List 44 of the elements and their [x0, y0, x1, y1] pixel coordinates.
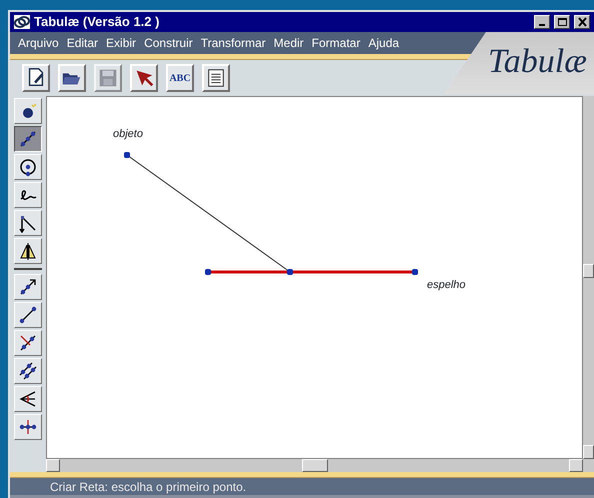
- parallel-lines-icon: [18, 361, 38, 381]
- minimize-button[interactable]: [534, 15, 550, 29]
- logo: Tabulæ: [444, 32, 594, 94]
- toolbar-button[interactable]: ABC: [166, 64, 194, 92]
- midpoint-icon: [18, 417, 38, 437]
- reflection-icon: [18, 241, 38, 261]
- tool-button[interactable]: [14, 126, 42, 152]
- circle-icon: [18, 157, 38, 177]
- menu-item[interactable]: Arquivo: [14, 34, 63, 52]
- point-label: objeto: [113, 127, 143, 142]
- point[interactable]: [412, 269, 418, 275]
- ray-icon: [18, 277, 38, 297]
- angle-bisector-icon: [18, 389, 38, 409]
- menu-item[interactable]: Construir: [140, 34, 197, 52]
- menu-item[interactable]: Editar: [62, 34, 102, 52]
- menu-item[interactable]: Ajuda: [364, 34, 404, 52]
- segment-icon: [18, 129, 38, 149]
- status-text: Criar Reta: escolha o primeiro ponto.: [10, 478, 594, 498]
- menu-item[interactable]: Medir: [270, 34, 308, 52]
- window-title: Tabulæ (Versão 1.2 ): [34, 13, 160, 32]
- toolbar-button[interactable]: [130, 64, 158, 92]
- point[interactable]: [287, 269, 293, 275]
- toolbar-button[interactable]: [58, 64, 86, 92]
- vertical-scrollbar[interactable]: [583, 96, 594, 459]
- horizontal-scrollbar[interactable]: [46, 459, 594, 472]
- toolbar-button[interactable]: [202, 64, 230, 92]
- line-icon: [18, 305, 38, 325]
- perpendicular-line-icon: [18, 333, 38, 353]
- perpendicular-icon: [18, 213, 38, 233]
- drawing-canvas[interactable]: objeto espelho: [46, 96, 583, 459]
- point[interactable]: [124, 152, 130, 158]
- point-label: espelho: [427, 278, 466, 293]
- menu-item[interactable]: Transformar: [196, 34, 270, 52]
- maximize-icon: [556, 17, 568, 27]
- minimize-icon: [539, 24, 545, 26]
- point[interactable]: [205, 269, 211, 275]
- document-icon: [205, 67, 227, 89]
- toolbar-button[interactable]: [22, 64, 50, 92]
- menu-item[interactable]: Formatar: [308, 34, 364, 52]
- app-icon: [14, 15, 30, 29]
- close-icon: [576, 17, 588, 27]
- close-button[interactable]: [574, 15, 590, 29]
- maximize-button[interactable]: [554, 15, 570, 29]
- menu-item[interactable]: Exibir: [102, 34, 140, 52]
